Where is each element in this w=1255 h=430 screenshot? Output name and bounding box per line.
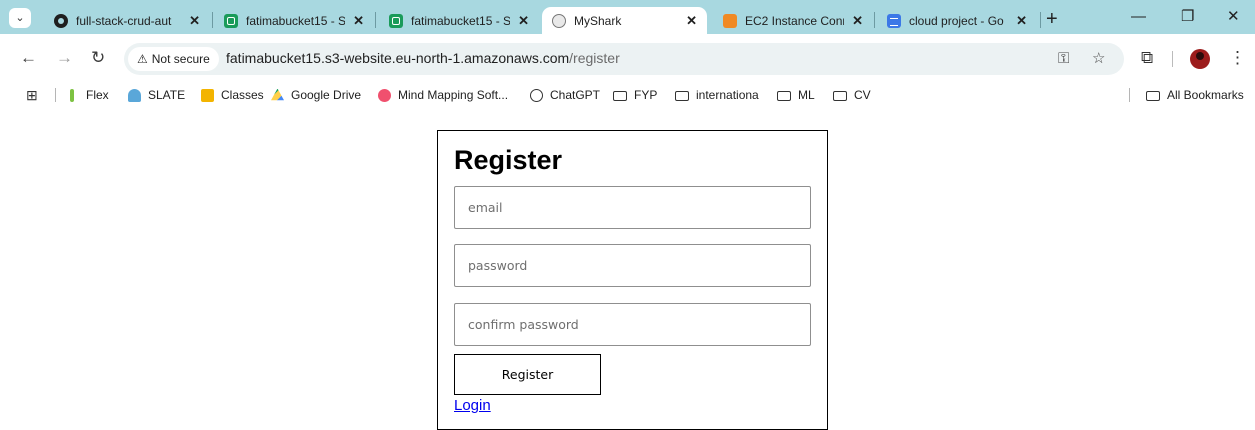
tab-myshark[interactable]: MyShark ✕: [542, 7, 707, 34]
folder-icon: [675, 90, 689, 101]
url-text[interactable]: fatimabucket15.s3-website.eu-north-1.ama…: [226, 50, 620, 66]
bookmark-folder-cv[interactable]: CV: [833, 87, 871, 103]
tab-title: MyShark: [574, 13, 622, 28]
s3-bucket-icon: [389, 13, 403, 28]
bookmark-label: ChatGPT: [550, 88, 601, 102]
toolbar-divider: [1172, 51, 1173, 67]
bookmark-separator: [1129, 88, 1130, 102]
login-link[interactable]: Login: [454, 397, 491, 414]
bookmark-label: SLATE: [148, 88, 186, 102]
slate-icon: [128, 88, 141, 102]
address-bar[interactable]: ⚠ Not secure fatimabucket15.s3-website.e…: [124, 43, 1124, 75]
folder-icon: [777, 90, 791, 101]
folder-icon: [613, 90, 627, 101]
tab-s3-bucket-1[interactable]: fatimabucket15 - S ✕: [214, 7, 374, 34]
bookmark-google-drive[interactable]: Google Drive: [271, 87, 361, 103]
tab-ec2-connect[interactable]: EC2 Instance Conn ✕: [713, 7, 873, 34]
profile-avatar[interactable]: [1190, 49, 1210, 69]
register-button[interactable]: Register: [454, 354, 601, 395]
bookmark-chatgpt[interactable]: ChatGPT: [530, 87, 600, 103]
back-arrow-icon[interactable]: ←: [20, 47, 37, 69]
apps-grid-icon[interactable]: ⊞: [26, 87, 38, 103]
tab-separator: [1040, 12, 1041, 28]
bookmark-folder-fyp[interactable]: FYP: [613, 87, 657, 103]
all-bookmarks-button[interactable]: All Bookmarks: [1146, 87, 1244, 103]
bookmark-label: CV: [854, 88, 871, 102]
bookmark-flex[interactable]: Flex: [70, 87, 109, 103]
bookmark-slate[interactable]: SLATE: [128, 87, 185, 103]
bookmark-star-icon[interactable]: ☆: [1092, 50, 1105, 68]
tab-s3-bucket-2[interactable]: fatimabucket15 - S ✕: [379, 7, 539, 34]
tab-title: EC2 Instance Conn: [745, 13, 845, 28]
bookmark-classes[interactable]: Classes: [201, 87, 264, 103]
new-tab-button[interactable]: +: [1046, 7, 1058, 31]
forward-arrow-icon[interactable]: →: [56, 47, 73, 69]
tab-separator: [375, 12, 376, 28]
google-drive-icon: [271, 88, 284, 101]
url-path: /register: [569, 50, 620, 66]
tab-close-icon[interactable]: ✕: [353, 13, 364, 29]
menu-kebab-icon[interactable]: ⋮: [1229, 47, 1246, 69]
google-docs-icon: [887, 13, 901, 28]
tab-cloud-project[interactable]: cloud project - Go ✕: [877, 7, 1037, 34]
flex-icon: [70, 88, 74, 102]
tab-close-icon[interactable]: ✕: [518, 13, 529, 29]
tab-title: fatimabucket15 - S: [246, 13, 346, 28]
confirm-password-field[interactable]: [454, 303, 811, 346]
classes-icon: [201, 88, 214, 102]
bookmark-label: FYP: [634, 88, 658, 102]
ec2-icon: [723, 13, 737, 28]
page-title: Register: [454, 145, 563, 175]
tab-title: fatimabucket15 - S: [411, 13, 511, 28]
tab-github[interactable]: full-stack-crud-aut ✕: [44, 7, 210, 34]
tab-strip: ⌄ full-stack-crud-aut ✕ fatimabucket15 -…: [0, 0, 1255, 34]
tab-close-icon[interactable]: ✕: [189, 13, 200, 29]
bookmark-label: Mind Mapping Soft...: [398, 88, 509, 102]
github-icon: [54, 13, 68, 28]
bookmark-folder-internationa[interactable]: internationa: [675, 87, 759, 103]
tab-close-icon[interactable]: ✕: [852, 13, 863, 29]
tab-separator: [212, 12, 213, 28]
browser-toolbar: ← → ↻ ⚠ Not secure fatimabucket15.s3-web…: [0, 34, 1255, 84]
bookmark-label: ML: [798, 88, 815, 102]
tab-title: full-stack-crud-aut: [76, 13, 172, 28]
tab-separator: [874, 12, 875, 28]
chatgpt-icon: [530, 88, 543, 102]
extensions-icon[interactable]: ⧉: [1141, 47, 1153, 69]
folder-icon: [833, 90, 847, 101]
reload-icon[interactable]: ↻: [91, 47, 105, 69]
password-key-icon[interactable]: ⚿: [1058, 50, 1069, 68]
password-field[interactable]: [454, 244, 811, 287]
close-window-button[interactable]: ✕: [1227, 6, 1240, 28]
all-bookmarks-label: All Bookmarks: [1167, 88, 1244, 102]
bookmark-mind-mapping[interactable]: Mind Mapping Soft...: [378, 87, 508, 103]
bookmark-folder-ml[interactable]: ML: [777, 87, 815, 103]
bookmarks-bar: ⊞ Flex SLATE Classes Google Drive Mind M…: [0, 84, 1255, 106]
mind-mapping-icon: [378, 88, 391, 102]
s3-bucket-icon: [224, 13, 238, 28]
page-content: Register Register Login: [0, 106, 1255, 430]
tab-search-chevron-icon[interactable]: ⌄: [9, 8, 31, 28]
bookmark-label: internationa: [696, 88, 759, 102]
register-form: Register Register Login: [437, 130, 828, 430]
warning-triangle-icon: ⚠: [137, 52, 148, 66]
url-host: fatimabucket15.s3-website.eu-north-1.ama…: [226, 50, 570, 66]
minimize-button[interactable]: —: [1131, 6, 1146, 28]
folder-icon: [1146, 90, 1160, 101]
email-field[interactable]: [454, 186, 811, 229]
bookmark-label: Classes: [221, 88, 264, 102]
restore-button[interactable]: ❐: [1181, 6, 1194, 28]
tab-close-icon[interactable]: ✕: [686, 13, 697, 29]
bookmark-label: Flex: [86, 88, 109, 102]
bookmark-label: Google Drive: [291, 88, 362, 102]
tab-close-icon[interactable]: ✕: [1016, 13, 1027, 29]
security-label: Not secure: [151, 52, 210, 66]
globe-icon: [552, 13, 566, 28]
tab-title: cloud project - Go: [909, 13, 1004, 28]
security-chip[interactable]: ⚠ Not secure: [128, 47, 219, 71]
bookmark-separator: [55, 88, 56, 102]
